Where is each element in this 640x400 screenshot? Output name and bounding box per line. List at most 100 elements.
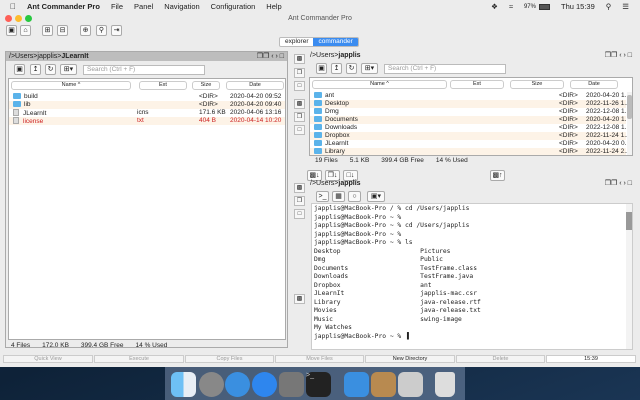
scrollbar[interactable] <box>627 92 632 155</box>
column-size[interactable]: Size <box>192 81 220 90</box>
move-files-icon[interactable]: □ <box>294 81 305 91</box>
copy-path-down-icon[interactable]: ▩ <box>294 99 305 109</box>
apple-icon[interactable]:  <box>10 2 16 11</box>
column-name[interactable]: Name ^ <box>312 80 447 89</box>
tab-explorer[interactable]: explorer <box>280 38 314 46</box>
spotlight-icon[interactable]: ⚲ <box>606 2 612 11</box>
column-date[interactable]: Date <box>570 80 618 89</box>
menu-navigation[interactable]: Navigation <box>164 2 199 11</box>
drive-icon[interactable]: ▣ <box>6 25 17 36</box>
finder-icon[interactable] <box>171 372 196 397</box>
terminal-path-bar[interactable]: />Users>japplis ❐❐ ‹ › □ <box>307 179 635 188</box>
view-mode-dropdown[interactable]: ⊞▾ <box>60 64 77 75</box>
panel-actions-icons[interactable]: ❐❐ ‹ › □ <box>257 52 284 61</box>
zoom-in-icon[interactable]: ⊕ <box>80 25 91 36</box>
clock[interactable]: Thu 15:39 <box>561 2 595 11</box>
copy-files-down-icon[interactable]: ❐ <box>294 112 305 122</box>
terminal-new-icon[interactable]: ▦ <box>332 191 345 202</box>
path-prefix[interactable]: />Users>japplis> <box>9 53 61 60</box>
file-row[interactable]: Library <DIR> 2022-11-24 2... <box>310 148 630 155</box>
view-mode-dropdown[interactable]: ⊞▾ <box>361 63 378 74</box>
file-row[interactable]: JLearnIt <DIR> 2020-04-20 0... <box>310 140 630 148</box>
terminal-clear-icon[interactable]: ○ <box>348 191 361 202</box>
file-row[interactable]: Dmg <DIR> 2022-12-08 1... <box>310 108 630 116</box>
refresh-icon[interactable]: ↻ <box>346 63 357 74</box>
execute-button[interactable]: Execute <box>94 355 184 363</box>
trash-icon[interactable] <box>435 372 455 397</box>
terminal-scrollbar[interactable] <box>626 204 632 349</box>
battery-icon[interactable] <box>538 3 550 10</box>
path-current[interactable]: JLearnIt <box>61 53 88 60</box>
search-input[interactable]: Search (Ctrl + F) <box>83 65 205 75</box>
file-row[interactable]: JLearnIt icns 171.6 KB 2020-04-06 13:16 <box>9 109 285 117</box>
menu-configuration[interactable]: Configuration <box>211 2 256 11</box>
menu-help[interactable]: Help <box>266 2 281 11</box>
terminal-output[interactable]: japplis@MacBook-Pro / % cd /Users/jappli… <box>311 203 633 350</box>
script-editor-icon[interactable] <box>371 372 396 397</box>
terminal-copy-path-icon[interactable]: ▩ <box>294 183 305 193</box>
drive-select-icon[interactable]: ▣ <box>14 64 25 75</box>
file-row[interactable]: Downloads <DIR> 2022-12-08 1... <box>310 124 630 132</box>
menu-file[interactable]: File <box>111 2 123 11</box>
file-row[interactable]: Dropbox <DIR> 2022-11-24 1... <box>310 132 630 140</box>
terminal-prompt-icon[interactable]: >_ <box>316 191 329 202</box>
export-icon[interactable]: ⇥ <box>111 25 122 36</box>
app-store-icon[interactable] <box>252 372 277 397</box>
search-input[interactable]: Search (Ctrl + F) <box>384 64 506 74</box>
terminal-shell-dropdown[interactable]: ▣▾ <box>367 191 385 202</box>
terminal-text[interactable]: japplis@MacBook-Pro / % cd /Users/jappli… <box>312 204 632 342</box>
copy-files-button[interactable]: Copy Files <box>185 355 274 363</box>
terminal-move-icon[interactable]: □ <box>294 209 305 219</box>
column-name[interactable]: Name ^ <box>11 81 131 90</box>
file-cabinet-icon[interactable] <box>398 372 423 397</box>
file-row[interactable]: Documents <DIR> 2020-04-20 1... <box>310 116 630 124</box>
remove-panel-icon[interactable]: ⊟ <box>57 25 68 36</box>
menu-app-name[interactable]: Ant Commander Pro <box>27 2 100 11</box>
cell-date: 2020-04-06 13:16 <box>230 109 282 116</box>
column-date[interactable]: Date <box>226 81 284 90</box>
terminal-copy-icon[interactable]: ❐ <box>294 196 305 206</box>
file-row[interactable]: license txt 404 B 2020-04-14 10:20 <box>9 117 285 125</box>
path-prefix[interactable]: />Users> <box>310 180 338 187</box>
column-ext[interactable]: Ext <box>450 80 504 89</box>
terminal-copy-path-down-icon[interactable]: ▩ <box>294 294 305 304</box>
move-files-down-icon[interactable]: □ <box>294 125 305 135</box>
safari-icon[interactable] <box>225 372 250 397</box>
file-row[interactable]: Desktop <DIR> 2022-11-26 1... <box>310 100 630 108</box>
wifi-icon[interactable]: ≈ <box>509 2 513 11</box>
panel-actions-icons[interactable]: ❐❐ ‹ › □ <box>605 179 632 188</box>
app-window: Ant Commander Pro ▣ ⌂ ⊞ ⊟ ⊕ ⚲ ⇥ explorer… <box>0 13 640 367</box>
xcode-icon[interactable] <box>344 372 369 397</box>
path-current[interactable]: japplis <box>338 180 360 187</box>
left-path-bar[interactable]: />Users>japplis>JLearnIt ❐❐ ‹ › □ <box>6 52 287 61</box>
launchpad-icon[interactable] <box>199 372 224 397</box>
drive-select-icon[interactable]: ▣ <box>316 63 327 74</box>
delete-button[interactable]: Delete <box>456 355 545 363</box>
column-ext[interactable]: Ext <box>139 81 187 90</box>
dropbox-icon[interactable]: ❖ <box>491 2 498 11</box>
parent-dir-icon[interactable]: ↥ <box>30 64 41 75</box>
copy-path-icon[interactable]: ▩ <box>294 54 305 64</box>
path-current[interactable]: japplis <box>338 52 360 59</box>
quick-view-button[interactable]: Quick View <box>3 355 93 363</box>
terminal-icon[interactable]: >_ <box>306 372 331 397</box>
tab-commander[interactable]: commander <box>313 38 358 46</box>
move-files-button[interactable]: Move Files <box>275 355 364 363</box>
copy-files-icon[interactable]: ❐ <box>294 68 305 78</box>
column-size[interactable]: Size <box>510 80 564 89</box>
file-row[interactable]: build <DIR> 2020-04-20 09:52 <box>9 93 285 101</box>
parent-dir-icon[interactable]: ↥ <box>331 63 342 74</box>
right-path-bar[interactable]: />Users>japplis ❐❐ ‹ › □ <box>307 51 635 60</box>
path-prefix[interactable]: />Users> <box>310 52 338 59</box>
file-row[interactable]: lib <DIR> 2020-04-20 09:40 <box>9 101 285 109</box>
notification-center-icon[interactable]: ☰ <box>622 2 629 11</box>
menu-panel[interactable]: Panel <box>134 2 153 11</box>
home-icon[interactable]: ⌂ <box>20 25 31 36</box>
new-directory-button[interactable]: New Directory <box>365 355 455 363</box>
file-row[interactable]: ant <DIR> 2020-04-20 1... <box>310 92 630 100</box>
add-panel-icon[interactable]: ⊞ <box>42 25 53 36</box>
panel-actions-icons[interactable]: ❐❐ ‹ › □ <box>605 51 632 60</box>
refresh-icon[interactable]: ↻ <box>45 64 56 75</box>
system-preferences-icon[interactable] <box>279 372 304 397</box>
search-files-icon[interactable]: ⚲ <box>96 25 107 36</box>
